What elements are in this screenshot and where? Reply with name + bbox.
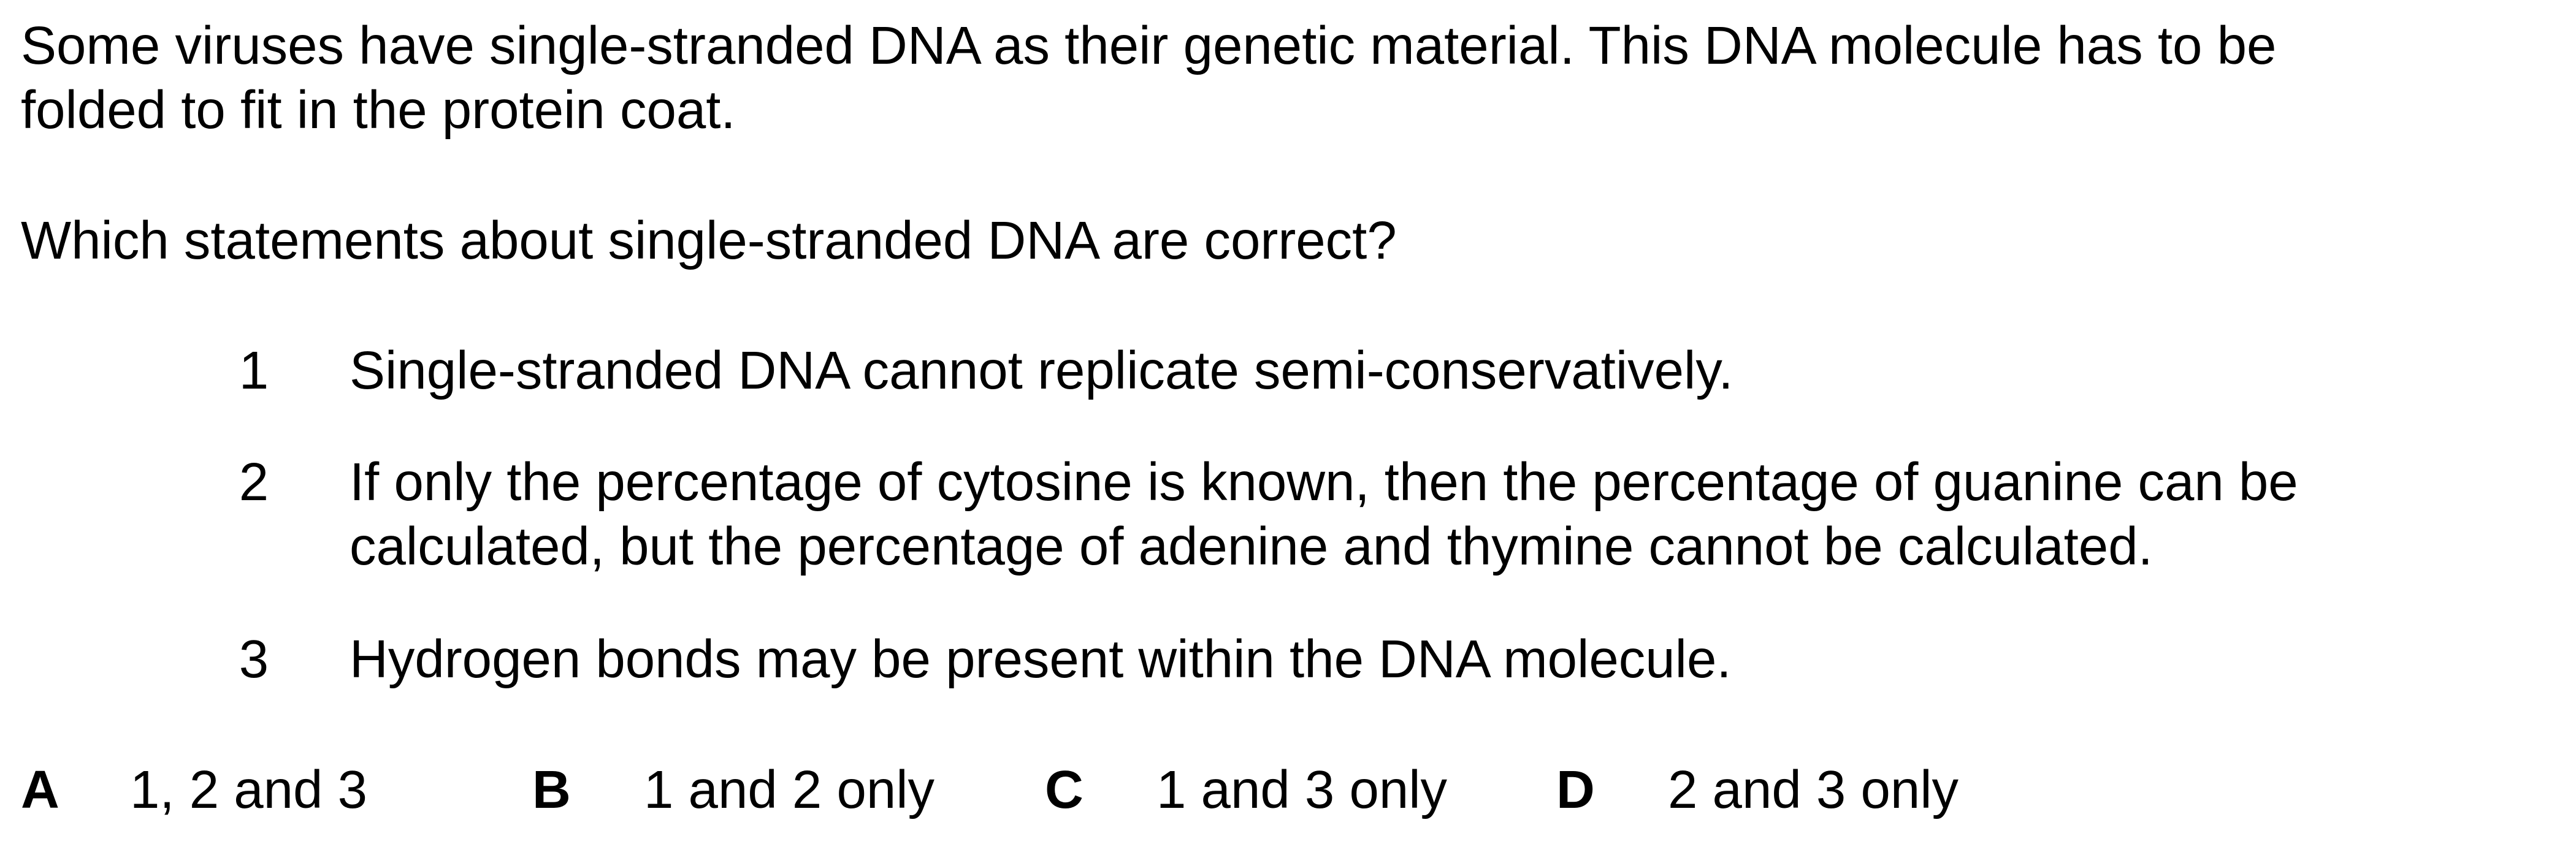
intro-line-1: Some viruses have single-stranded DNA as… [21,16,2277,75]
option-d-letter: D [1556,760,1595,819]
statement-2-number: 2 [239,452,269,512]
statement-2-text-line-1: If only the percentage of cytosine is kn… [350,452,2298,512]
option-b-text: 1 and 2 only [644,760,935,819]
option-c-letter: C [1045,760,1084,819]
statement-1-text: Single-stranded DNA cannot replicate sem… [350,341,1733,400]
option-a-letter: A [21,760,59,819]
question-prompt: Which statements about single-stranded D… [21,211,1397,270]
intro-line-2: folded to fit in the protein coat. [21,80,736,140]
option-c-text: 1 and 3 only [1156,760,1448,819]
question-page: Some viruses have single-stranded DNA as… [0,0,2576,844]
statement-1-number: 1 [239,341,269,400]
statement-3-text: Hydrogen bonds may be present within the… [350,629,1732,689]
statement-2-text-line-2: calculated, but the percentage of adenin… [350,517,2153,576]
statement-3-number: 3 [239,629,269,689]
option-b-letter: B [532,760,571,819]
option-a-text: 1, 2 and 3 [130,760,367,819]
option-d-text: 2 and 3 only [1668,760,1959,819]
